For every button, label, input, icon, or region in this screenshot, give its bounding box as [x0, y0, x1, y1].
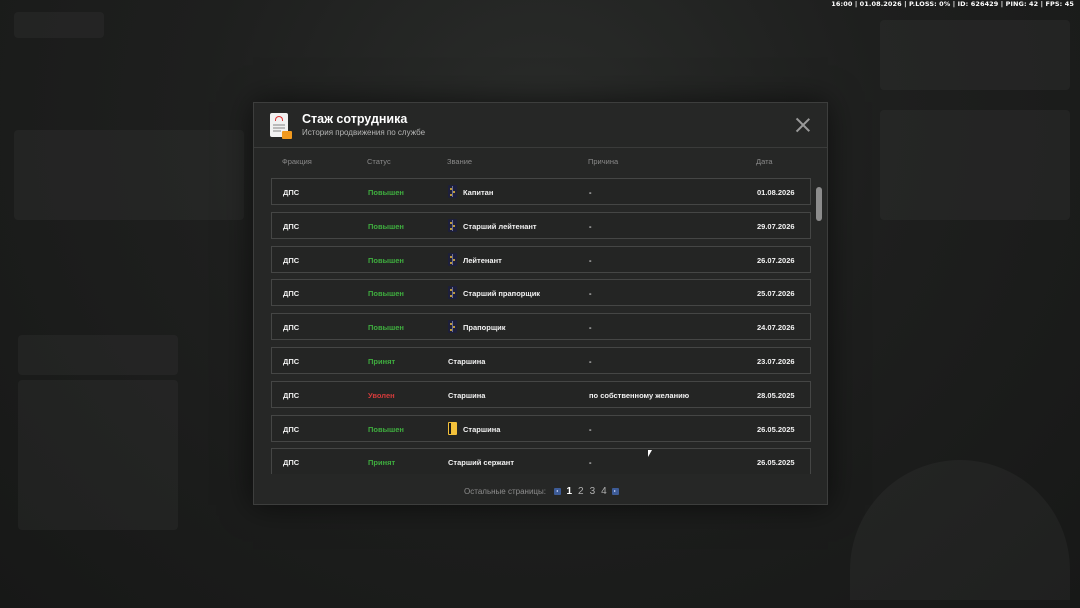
row-rank: Лейтенант	[463, 255, 502, 265]
row-faction: ДПС	[283, 390, 300, 400]
prev-page-icon[interactable]	[554, 488, 562, 495]
table-row: ДПС Повышен Старшина - 26.05.2025	[271, 414, 811, 442]
row-date: 28.05.2025	[757, 390, 795, 400]
table-row: ДПС Повышен Лейтенант - 26.07.2026	[271, 245, 811, 273]
page-link[interactable]: 4	[601, 486, 607, 497]
row-rank: Капитан	[463, 188, 494, 197]
row-date: 24.07.2026	[757, 323, 795, 333]
hud-logo-area	[14, 12, 104, 38]
row-status: Повышен	[368, 188, 404, 197]
row-reason: -	[589, 424, 592, 434]
row-status: Повышен	[368, 289, 404, 299]
row-faction: ДПС	[283, 289, 300, 299]
modal-subtitle: История продвижения по службе	[302, 128, 426, 137]
close-icon[interactable]	[795, 117, 811, 133]
column-rank: Звание	[447, 157, 473, 166]
row-status: Принят	[368, 458, 396, 468]
row-reason: по собственному желанию	[589, 390, 690, 400]
row-reason: -	[589, 188, 592, 197]
epaulette-icon	[448, 185, 457, 198]
table-row: ДПС Повышен Капитан - 01.08.2026	[271, 178, 811, 205]
row-rank: Старшина	[463, 424, 501, 434]
column-reason: Причина	[588, 157, 619, 166]
row-status: Повышен	[368, 424, 404, 434]
row-date: 25.07.2026	[757, 289, 795, 299]
column-status: Статус	[367, 157, 391, 166]
table-header: Фракция Статус Звание Причина Дата	[271, 157, 811, 169]
row-date: 26.05.2025	[757, 424, 795, 434]
row-date: 26.05.2025	[757, 458, 795, 468]
table-row: ДПС Принят Старший сержант - 26.05.2025	[271, 448, 811, 474]
page-link[interactable]: 2	[578, 486, 584, 497]
actions-panel	[18, 335, 178, 375]
row-rank: Старшина	[448, 357, 486, 366]
document-icon	[270, 113, 292, 139]
row-rank: Старший лейтенант	[463, 221, 537, 231]
row-reason: -	[589, 289, 592, 299]
row-rank: Старший прапорщик	[463, 289, 541, 299]
epaulette-icon	[448, 252, 457, 266]
row-rank: Старший сержант	[448, 458, 515, 468]
row-date: 23.07.2026	[757, 357, 795, 366]
row-faction: ДПС	[283, 323, 300, 333]
mouse-cursor-icon	[648, 450, 652, 457]
row-faction: ДПС	[283, 424, 300, 434]
row-faction: ДПС	[283, 357, 300, 366]
next-page-icon[interactable]	[611, 488, 619, 495]
page-link[interactable]: 1	[566, 486, 572, 497]
pagination: Остальные страницы: 1234	[254, 486, 829, 497]
scrollbar[interactable]	[816, 187, 822, 221]
row-date: 29.07.2026	[757, 221, 795, 231]
pagination-label: Остальные страницы:	[464, 486, 546, 496]
row-reason: -	[589, 221, 592, 231]
inventory-panel	[18, 380, 178, 530]
epaulette-icon	[448, 218, 457, 232]
row-date: 26.07.2026	[757, 255, 795, 265]
gold-epaulette-icon	[448, 421, 457, 435]
money-panel	[880, 20, 1070, 90]
table-row: ДПС Уволен Старшина по собственному желанию…	[271, 380, 811, 408]
epaulette-icon	[448, 320, 457, 334]
table-row: ДПС Принят Старшина - 23.07.2026	[271, 347, 811, 374]
page-link[interactable]: 3	[590, 486, 596, 497]
table-row: ДПС Повышен Старший прапорщик - 25.07.2026	[271, 279, 811, 307]
row-reason: -	[589, 458, 592, 468]
row-status: Принят	[368, 357, 396, 366]
row-reason: -	[589, 323, 592, 333]
row-reason: -	[589, 357, 592, 366]
row-faction: ДПС	[283, 188, 300, 197]
chat-area	[14, 130, 244, 220]
row-status: Повышен	[368, 323, 404, 333]
table-row: ДПС Повышен Прапорщик - 24.07.2026	[271, 313, 811, 341]
history-table: ДПС Повышен Капитан - 01.08.2026 ДПС Повышен Ст…	[271, 178, 811, 474]
modal-header: Стаж сотрудника История продвижения по с…	[254, 103, 827, 148]
row-faction: ДПС	[283, 458, 300, 468]
row-rank: Старшина	[448, 390, 486, 400]
modal-title: Стаж сотрудника	[302, 112, 408, 126]
row-reason: -	[589, 255, 592, 265]
row-rank: Прапорщик	[463, 323, 506, 333]
column-date: Дата	[756, 157, 773, 166]
column-faction: Фракция	[282, 157, 312, 166]
row-status: Уволен	[368, 390, 395, 400]
row-status: Повышен	[368, 255, 404, 265]
speedometer	[850, 460, 1070, 600]
table-row: ДПС Повышен Старший лейтенант - 29.07.2026	[271, 211, 811, 239]
row-date: 01.08.2026	[757, 188, 795, 197]
row-faction: ДПС	[283, 221, 300, 231]
row-status: Повышен	[368, 221, 404, 231]
epaulette-icon	[448, 286, 457, 300]
hud-status-line: 16:00 | 01.08.2026 | P.LOSS: 0% | ID: 62…	[831, 0, 1074, 8]
notifications-panel	[880, 110, 1070, 220]
row-faction: ДПС	[283, 255, 300, 265]
employee-service-modal: Стаж сотрудника История продвижения по с…	[253, 102, 828, 505]
